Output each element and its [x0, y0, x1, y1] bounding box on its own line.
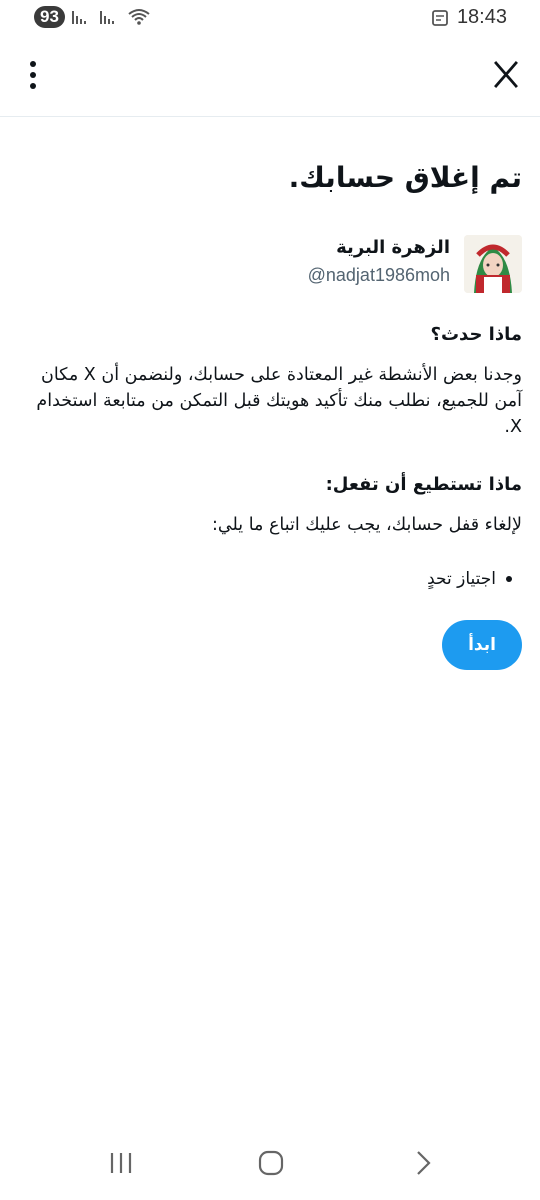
status-right: 18:43 [431, 6, 507, 29]
signal-icon [71, 11, 86, 24]
start-button[interactable]: ابدأ [442, 620, 522, 670]
home-icon[interactable] [258, 1150, 284, 1176]
navigation-bar [0, 1130, 540, 1200]
page-title: تم إغلاق حسابك. [288, 161, 522, 194]
what-happened-body: وجدنا بعض الأنشطة غير المعتادة على حسابك… [36, 365, 522, 437]
list-item: اجتياز تحدٍ [427, 569, 512, 589]
what-you-can-do-body: لإلغاء قفل حسابك، يجب عليك اتباع ما يلي: [211, 515, 522, 535]
status-left: 93 [34, 6, 151, 28]
what-happened-heading: ماذا حدث؟ [430, 324, 522, 345]
recent-apps-icon[interactable] [108, 1150, 134, 1176]
clock: 18:43 [456, 6, 507, 28]
top-bar [0, 38, 540, 117]
user-card: الزهرة البرية @nadjat1986moh [62, 235, 522, 295]
signal-icon [99, 11, 114, 24]
avatar-image [464, 235, 522, 293]
more-options-button[interactable] [20, 57, 46, 93]
user-handle: @nadjat1986moh [307, 265, 450, 285]
status-bar: 93 18:43 [0, 0, 540, 38]
bullet-icon [506, 576, 512, 582]
avatar [464, 235, 522, 293]
x-logo-icon [494, 61, 518, 88]
display-name: الزهرة البرية [336, 237, 450, 258]
step-text: اجتياز تحدٍ [427, 569, 496, 589]
notification-icon [432, 9, 448, 26]
wifi-icon [128, 9, 150, 25]
what-you-can-do-heading: ماذا تستطيع أن تفعل: [325, 474, 522, 495]
back-icon[interactable] [410, 1150, 436, 1176]
more-vertical-icon [30, 61, 36, 67]
more-vertical-icon [30, 83, 36, 89]
battery-indicator: 93 [34, 6, 65, 28]
more-vertical-icon [30, 72, 36, 78]
